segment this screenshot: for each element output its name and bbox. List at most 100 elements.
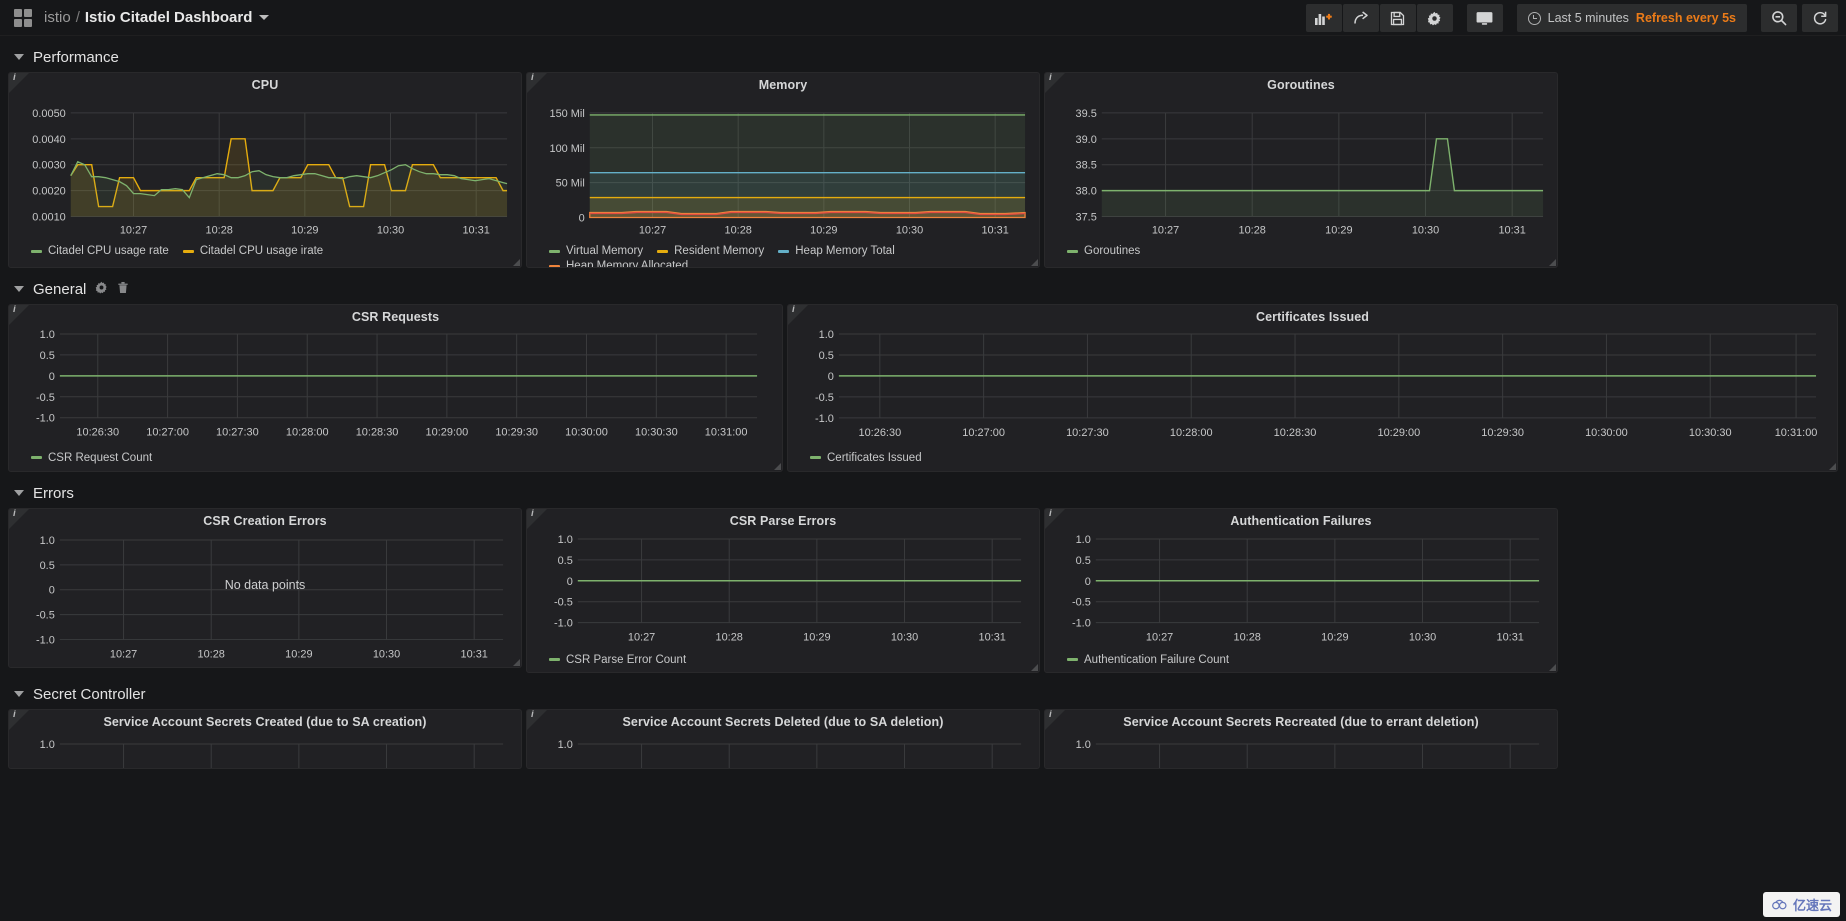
legend-goroutines: Goroutines bbox=[1045, 241, 1557, 257]
svg-text:10:30:00: 10:30:00 bbox=[565, 427, 608, 439]
legend-item[interactable]: Virtual Memory bbox=[549, 245, 643, 257]
panel-cpu[interactable]: i CPU 0.0050 0.0040 0.0030 0.0020 0.0010 bbox=[8, 72, 522, 268]
legend-item[interactable]: CSR Parse Error Count bbox=[549, 654, 686, 666]
panel-description-corner[interactable] bbox=[9, 73, 29, 93]
legend-item[interactable]: Resident Memory bbox=[657, 245, 764, 257]
panel-goroutines[interactable]: i Goroutines 39.5 39.0 38.5 38.0 37.5 10… bbox=[1044, 72, 1558, 268]
info-icon[interactable]: i bbox=[531, 710, 534, 721]
chart-certificates-issued: 1.0 0.5 0 -0.5 -1.0 10:26:30 10:27:00 10… bbox=[788, 326, 1837, 448]
page-title[interactable]: Istio Citadel Dashboard bbox=[85, 9, 253, 26]
panel-description-corner[interactable] bbox=[1045, 73, 1065, 93]
legend-item[interactable]: Citadel CPU usage rate bbox=[31, 245, 169, 257]
monitor-icon bbox=[1476, 11, 1493, 25]
info-icon[interactable]: i bbox=[13, 305, 16, 316]
panel-resize-handle[interactable] bbox=[1829, 463, 1836, 470]
panel-description-corner[interactable] bbox=[1045, 509, 1065, 529]
svg-text:10:30:30: 10:30:30 bbox=[635, 427, 678, 439]
panel-description-corner[interactable] bbox=[9, 710, 29, 730]
info-icon[interactable]: i bbox=[531, 509, 534, 520]
panel-description-corner[interactable] bbox=[527, 710, 547, 730]
info-icon[interactable]: i bbox=[13, 73, 16, 84]
svg-text:10:28:00: 10:28:00 bbox=[286, 427, 329, 439]
legend-item[interactable]: CSR Request Count bbox=[31, 452, 152, 464]
chevron-down-icon[interactable] bbox=[259, 15, 270, 20]
panel-csr-creation-errors[interactable]: i CSR Creation Errors 1.0 0.5 0 -0.5 -1.… bbox=[8, 508, 522, 668]
panel-description-corner[interactable] bbox=[527, 73, 547, 93]
legend-item[interactable]: Citadel CPU usage irate bbox=[182, 245, 324, 258]
chevron-down-icon[interactable] bbox=[14, 490, 24, 496]
info-icon[interactable]: i bbox=[13, 509, 16, 520]
legend-label: Virtual Memory bbox=[566, 245, 644, 258]
info-icon[interactable]: i bbox=[1049, 509, 1052, 520]
svg-text:38.5: 38.5 bbox=[1076, 160, 1097, 172]
svg-text:10:29: 10:29 bbox=[1321, 632, 1348, 644]
panel-csr-requests[interactable]: i CSR Requests 1.0 0.5 0 -0.5 -1.0 10:26… bbox=[8, 304, 783, 472]
legend-item[interactable]: Goroutines bbox=[1067, 245, 1140, 257]
zoom-out-button[interactable] bbox=[1761, 4, 1797, 32]
trash-icon[interactable] bbox=[117, 281, 129, 297]
panel-csr-parse-errors[interactable]: i CSR Parse Errors 1.0 0.5 0 -0.5 -1.0 1… bbox=[526, 508, 1040, 673]
save-disk-icon bbox=[1390, 11, 1405, 25]
chevron-down-icon[interactable] bbox=[14, 286, 24, 292]
legend-item[interactable]: Heap Memory Total bbox=[778, 245, 895, 257]
panel-sa-secrets-recreated[interactable]: i Service Account Secrets Recreated (due… bbox=[1044, 709, 1558, 769]
panel-description-corner[interactable] bbox=[9, 305, 29, 325]
legend-swatch-icon bbox=[657, 249, 669, 253]
panel-resize-handle[interactable] bbox=[774, 463, 781, 470]
row-title: General bbox=[33, 280, 87, 298]
refresh-button[interactable] bbox=[1802, 4, 1838, 32]
legend-item[interactable]: Authentication Failure Count bbox=[1067, 654, 1229, 666]
panel-description-corner[interactable] bbox=[527, 509, 547, 529]
add-panel-button[interactable] bbox=[1305, 4, 1342, 32]
save-dashboard-button[interactable] bbox=[1379, 4, 1416, 32]
y-axis-labels: 150 Mil 100 Mil 50 Mil 0 bbox=[550, 108, 585, 225]
svg-text:39.0: 39.0 bbox=[1076, 134, 1097, 146]
grid-logo-icon[interactable] bbox=[14, 8, 32, 27]
chevron-down-icon[interactable] bbox=[14, 54, 24, 60]
dashboard-settings-button[interactable] bbox=[1416, 4, 1453, 32]
row-header-secret-controller[interactable]: Secret Controller bbox=[8, 679, 1838, 709]
panel-memory[interactable]: i Memory 150 Mil 100 Mil 50 Mil 0 10:27 … bbox=[526, 72, 1040, 268]
panel-sa-secrets-created[interactable]: i Service Account Secrets Created (due t… bbox=[8, 709, 522, 769]
panel-authentication-failures[interactable]: i Authentication Failures 1.0 0.5 0 -0.5… bbox=[1044, 508, 1558, 673]
panel-resize-handle[interactable] bbox=[1549, 664, 1556, 671]
certificates-issued-plot: 1.0 0.5 0 -0.5 -1.0 10:26:30 10:27:00 10… bbox=[815, 329, 1817, 439]
panel-description-corner[interactable] bbox=[1045, 710, 1065, 730]
share-dashboard-button[interactable] bbox=[1342, 4, 1379, 32]
breadcrumb-folder[interactable]: istio bbox=[44, 9, 71, 26]
svg-text:10:27:00: 10:27:00 bbox=[146, 427, 189, 439]
panel-resize-handle[interactable] bbox=[1031, 259, 1038, 266]
svg-text:0: 0 bbox=[49, 371, 55, 383]
info-icon[interactable]: i bbox=[1049, 710, 1052, 721]
info-icon[interactable]: i bbox=[13, 710, 16, 721]
legend-csr-requests: CSR Request Count bbox=[9, 448, 782, 464]
row-header-general[interactable]: General bbox=[8, 274, 1838, 304]
panel-description-corner[interactable] bbox=[9, 509, 29, 529]
row-title: Performance bbox=[33, 48, 119, 66]
info-icon[interactable]: i bbox=[1049, 73, 1052, 84]
panel-resize-handle[interactable] bbox=[1031, 664, 1038, 671]
panel-title: Authentication Failures bbox=[1230, 514, 1372, 528]
panel-resize-handle[interactable] bbox=[513, 659, 520, 666]
svg-text:10:31: 10:31 bbox=[978, 632, 1005, 644]
panel-sa-secrets-deleted[interactable]: i Service Account Secrets Deleted (due t… bbox=[526, 709, 1040, 769]
panel-description-corner[interactable] bbox=[788, 305, 808, 325]
legend-label: Citadel CPU usage irate bbox=[199, 245, 324, 258]
panel-resize-handle[interactable] bbox=[1549, 259, 1556, 266]
row-header-errors[interactable]: Errors bbox=[8, 478, 1838, 508]
tv-mode-button[interactable] bbox=[1466, 4, 1503, 32]
panel-title: CPU bbox=[251, 78, 279, 92]
panel-resize-handle[interactable] bbox=[513, 259, 520, 266]
gear-icon[interactable] bbox=[95, 281, 108, 297]
chevron-down-icon[interactable] bbox=[14, 691, 24, 697]
info-icon[interactable]: i bbox=[792, 305, 795, 316]
panel-certificates-issued[interactable]: i Certificates Issued 1.0 0.5 0 -0.5 -1.… bbox=[787, 304, 1838, 472]
legend-item[interactable]: Certificates Issued bbox=[810, 452, 922, 464]
info-icon[interactable]: i bbox=[531, 73, 534, 84]
time-range-picker[interactable]: Last 5 minutes Refresh every 5s bbox=[1516, 4, 1747, 32]
svg-text:10:28:00: 10:28:00 bbox=[1170, 427, 1213, 439]
legend-authentication-failures: Authentication Failure Count bbox=[1045, 650, 1557, 666]
row-header-performance[interactable]: Performance bbox=[8, 42, 1838, 72]
legend-item[interactable]: Heap Memory Allocated bbox=[549, 260, 688, 267]
row-title: Errors bbox=[33, 484, 74, 502]
